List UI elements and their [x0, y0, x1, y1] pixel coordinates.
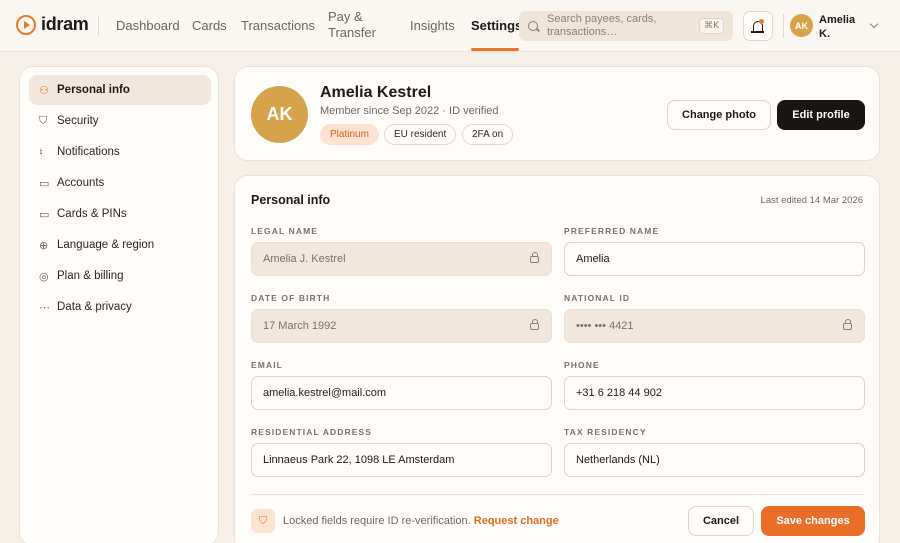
email-label: EMAIL — [251, 360, 283, 370]
profile-avatar[interactable]: AK — [251, 86, 308, 143]
save-changes-button[interactable]: Save changes — [761, 506, 865, 536]
address-value: Linnaeus Park 22, 1098 LE Amsterdam — [263, 454, 455, 466]
card-icon: ▭ — [39, 207, 50, 221]
shield-icon: ⛉ — [39, 114, 48, 127]
shield-icon: ⛉ — [251, 509, 275, 533]
national-id-value: •••• ••• 4421 — [576, 320, 634, 332]
request-change-link[interactable]: Request change — [474, 515, 559, 527]
address-label: RESIDENTIAL ADDRESS — [251, 427, 373, 437]
sidebar-item-plan-billing[interactable]: ◎ Plan & billing — [29, 261, 211, 291]
edit-profile-button[interactable]: Edit profile — [777, 100, 865, 130]
tax-residency-label: TAX RESIDENCY — [564, 427, 647, 437]
lock-icon — [530, 319, 539, 330]
nav-item-insights[interactable]: Insights — [410, 18, 455, 34]
nav-item-pay-transfer[interactable]: Pay & Transfer — [328, 9, 388, 41]
sidebar-item-language-region[interactable]: ⊕ Language & region — [29, 230, 211, 260]
email-value: amelia.kestrel@mail.com — [263, 387, 387, 399]
globe-icon: ⊕ — [39, 238, 49, 252]
locked-fields-text: Locked fields require ID re-verification… — [283, 515, 471, 527]
search-input[interactable]: Search payees, cards, transactions… ⌘K — [519, 11, 733, 41]
chevron-down-icon[interactable] — [869, 19, 879, 29]
date-of-birth-value: 17 March 1992 — [263, 320, 337, 332]
notification-dot — [759, 19, 764, 24]
section-title: Personal info — [251, 193, 331, 207]
sidebar-item-notifications[interactable]: ♮ Notifications — [29, 137, 211, 167]
more-icon: ⋯ — [39, 300, 50, 314]
nav-divider — [98, 16, 99, 36]
active-nav-indicator — [471, 48, 519, 51]
search-shortcut-hint: ⌘K — [699, 18, 724, 34]
profile-subtitle: Member since Sep 2022 · ID verified — [320, 105, 499, 117]
top-navigation-bar: idram Dashboard Cards Transactions Pay &… — [0, 0, 900, 52]
national-id-label: NATIONAL ID — [564, 293, 631, 303]
account-icon: ▭ — [39, 176, 50, 190]
sidebar-item-label: Plan & billing — [57, 270, 124, 282]
lock-icon — [843, 319, 852, 330]
badge-2fa: 2FA on — [462, 124, 514, 145]
badge-platinum: Platinum — [320, 124, 379, 145]
personal-info-card: Personal info Last edited 14 Mar 2026 LE… — [234, 175, 880, 543]
sidebar-item-security[interactable]: ⛉ Security — [29, 106, 211, 136]
locked-fields-note: Locked fields require ID re-verification… — [283, 515, 559, 527]
tax-residency-field[interactable]: Netherlands (NL) — [564, 443, 865, 477]
nav-item-transactions[interactable]: Transactions — [241, 18, 315, 34]
person-icon: ⚇ — [39, 83, 49, 97]
nav-item-cards[interactable]: Cards — [192, 18, 227, 34]
lock-icon — [530, 252, 539, 263]
brand-logo[interactable]: idram — [16, 14, 89, 35]
preferred-name-field[interactable]: Amelia — [564, 242, 865, 276]
user-divider — [783, 14, 784, 38]
sidebar-item-label: Accounts — [57, 177, 105, 189]
national-id-field: •••• ••• 4421 — [564, 309, 865, 343]
legal-name-field: Amelia J. Kestrel — [251, 242, 552, 276]
sidebar-item-data-privacy[interactable]: ⋯ Data & privacy — [29, 292, 211, 322]
sidebar-item-label: Security — [57, 115, 99, 127]
legal-name-value: Amelia J. Kestrel — [263, 253, 346, 265]
date-of-birth-label: DATE OF BIRTH — [251, 293, 331, 303]
user-name[interactable]: Amelia K. — [819, 13, 863, 41]
nav-item-settings[interactable]: Settings — [471, 18, 522, 34]
cancel-button[interactable]: Cancel — [688, 506, 754, 536]
billing-icon: ◎ — [39, 269, 49, 283]
profile-name: Amelia Kestrel — [320, 84, 432, 101]
last-edited-text: Last edited 14 Mar 2026 — [760, 195, 863, 206]
sidebar-item-label: Cards & PINs — [57, 208, 127, 220]
phone-value: +31 6 218 44 902 — [576, 387, 662, 399]
sidebar-item-label: Notifications — [57, 146, 120, 158]
user-avatar[interactable]: AK — [790, 14, 813, 37]
phone-label: PHONE — [564, 360, 600, 370]
sidebar-item-label: Data & privacy — [57, 301, 132, 313]
settings-sidebar: ⚇ Personal info ⛉ Security ♮ Notificatio… — [19, 66, 219, 543]
sidebar-item-cards-pins[interactable]: ▭ Cards & PINs — [29, 199, 211, 229]
bell-icon: ♮ — [39, 145, 43, 159]
phone-field[interactable]: +31 6 218 44 902 — [564, 376, 865, 410]
sidebar-item-personal-info[interactable]: ⚇ Personal info — [29, 75, 211, 105]
search-placeholder: Search payees, cards, transactions… — [547, 13, 657, 38]
legal-name-label: LEGAL NAME — [251, 226, 319, 236]
logo-icon — [16, 14, 36, 35]
search-icon — [528, 21, 538, 31]
change-photo-button[interactable]: Change photo — [667, 100, 771, 130]
notifications-button[interactable] — [743, 11, 773, 41]
email-field[interactable]: amelia.kestrel@mail.com — [251, 376, 552, 410]
sidebar-item-accounts[interactable]: ▭ Accounts — [29, 168, 211, 198]
brand-name: idram — [41, 14, 89, 34]
date-of-birth-field: 17 March 1992 — [251, 309, 552, 343]
tax-residency-value: Netherlands (NL) — [576, 454, 660, 466]
preferred-name-value: Amelia — [576, 253, 610, 265]
form-divider — [251, 494, 864, 495]
preferred-name-label: PREFERRED NAME — [564, 226, 660, 236]
sidebar-item-label: Language & region — [57, 239, 155, 251]
nav-item-dashboard[interactable]: Dashboard — [116, 18, 180, 34]
profile-card: AK Amelia Kestrel Member since Sep 2022 … — [234, 66, 880, 161]
sidebar-item-label: Personal info — [57, 84, 130, 96]
address-field[interactable]: Linnaeus Park 22, 1098 LE Amsterdam — [251, 443, 552, 477]
badge-eu-resident: EU resident — [384, 124, 457, 145]
